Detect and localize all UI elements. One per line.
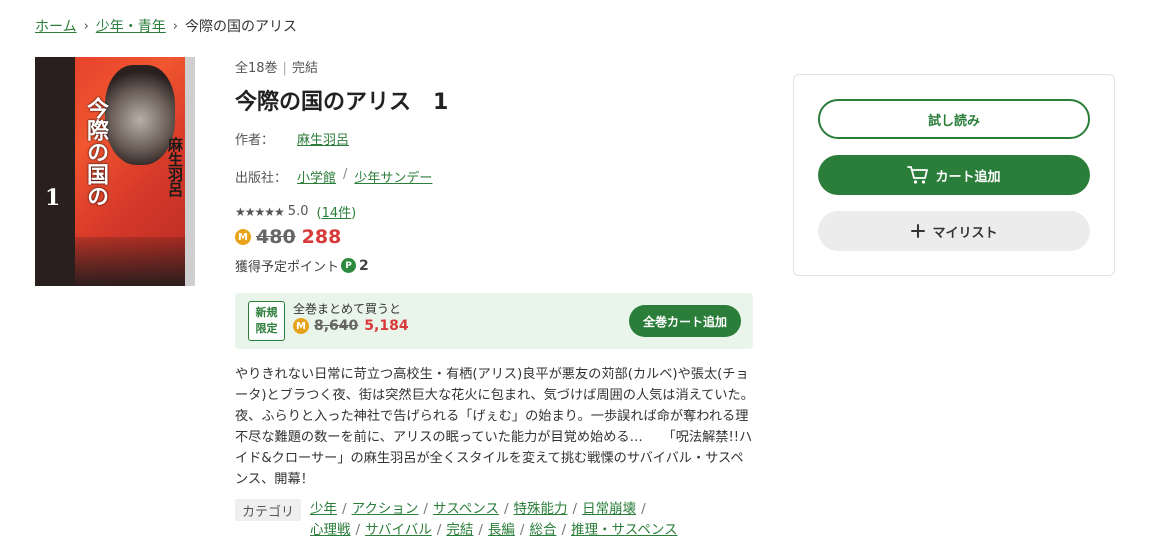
cover-volume: 1 <box>45 185 61 211</box>
bundle-sale-price: 5,184 <box>364 318 409 334</box>
points-label: 獲得予定ポイント <box>235 260 340 275</box>
divider: / <box>478 522 483 538</box>
chevron-right-icon: › <box>172 18 178 34</box>
book-cover-image[interactable]: 今際の国の 麻生羽呂 1 <box>35 57 195 286</box>
category-link[interactable]: 心理戦 <box>310 522 351 538</box>
badge-line2: 限定 <box>255 322 278 335</box>
new-limited-badge: 新規 限定 <box>248 301 285 341</box>
coin-icon: M <box>293 318 309 334</box>
trial-read-button[interactable]: 試し読み <box>818 99 1090 139</box>
cover-author: 麻生羽呂 <box>166 137 184 197</box>
divider: / <box>436 522 442 538</box>
bundle-title: 全巻まとめて買うと <box>293 302 402 316</box>
author-row: 作者： 麻生羽呂 <box>235 129 349 148</box>
cover-art-bottom <box>75 237 195 286</box>
original-price: 480 <box>256 226 296 248</box>
cart-icon <box>907 165 929 185</box>
add-to-cart-button[interactable]: カート追加 <box>818 155 1090 195</box>
coin-icon: M <box>235 229 251 245</box>
cover-art-strip <box>185 57 195 286</box>
badge-line1: 新規 <box>255 306 278 319</box>
category-link[interactable]: 推理・サスペンス <box>571 522 678 538</box>
publisher-link[interactable]: 小学館 <box>297 167 336 186</box>
book-description: やりきれない日常に苛立つ高校生・有栖(アリス)良平が悪友の苅部(カルベ)や張太(… <box>235 367 761 487</box>
divider: / <box>503 501 509 517</box>
label-link[interactable]: 少年サンデー <box>354 167 432 186</box>
divider: / <box>519 522 525 538</box>
add-all-to-cart-button[interactable]: 全巻カート追加 <box>629 305 741 337</box>
price-row: M 480 288 <box>235 226 341 248</box>
divider: / <box>423 501 428 517</box>
category-link[interactable]: 長編 <box>488 522 515 538</box>
divider: / <box>343 167 348 182</box>
bundle-price: M 8,640 5,184 <box>293 318 409 334</box>
breadcrumb-current: 今際の国のアリス <box>185 19 297 35</box>
add-to-mylist-button[interactable]: マイリスト <box>818 211 1090 251</box>
category-links: 少年 / アクション / サスペンス / 特殊能力 / 日常崩壊 / 心理戦 / サバイバル / 完結 / 長編… <box>310 499 740 541</box>
rating-value: 5.0 <box>287 204 309 219</box>
divider: / <box>641 501 646 517</box>
review-count: (14件) <box>316 206 357 221</box>
chevron-right-icon: › <box>83 18 89 34</box>
category-link[interactable]: 少年 <box>310 501 337 517</box>
breadcrumb-category-link[interactable]: 少年・青年 <box>96 16 166 36</box>
rating-row: ★★★★★ 5.0 (14件) <box>235 202 356 221</box>
author-label: 作者： <box>235 133 275 148</box>
publisher-row: 出版社： 小学館 / 少年サンデー <box>235 167 432 186</box>
star-rating-icon: ★★★★★ <box>235 204 285 219</box>
mylist-label: マイリスト <box>932 224 998 240</box>
add-to-cart-label: カート追加 <box>935 168 1001 184</box>
category-link[interactable]: アクション <box>352 501 419 517</box>
breadcrumb-home-link[interactable]: ホーム <box>35 16 77 36</box>
plus-icon <box>910 223 926 239</box>
cover-title: 今際の国の <box>83 97 109 207</box>
category-link[interactable]: サスペンス <box>433 501 499 517</box>
category-link[interactable]: サバイバル <box>365 522 432 538</box>
bundle-offer: 新規 限定 全巻まとめて買うと M 8,640 5,184 全巻カート追加 <box>235 293 753 349</box>
review-count-link[interactable]: 14件 <box>322 206 352 221</box>
category-link[interactable]: 特殊能力 <box>514 501 568 517</box>
author-link[interactable]: 麻生羽呂 <box>297 129 349 148</box>
volume-count: 全18巻 <box>235 61 278 76</box>
category-label: カテゴリ <box>235 499 302 521</box>
divider: / <box>342 501 347 517</box>
category-link[interactable]: 完結 <box>446 522 473 538</box>
cover-art-shadow <box>35 57 75 286</box>
divider: / <box>561 522 567 538</box>
bundle-original-price: 8,640 <box>314 318 359 334</box>
divider: / <box>355 522 361 538</box>
trial-read-label: 試し読み <box>927 112 980 128</box>
points-value: 2 <box>359 257 369 274</box>
divider: | <box>282 61 287 76</box>
divider: / <box>572 501 578 517</box>
sale-price: 288 <box>301 226 342 248</box>
breadcrumb: ホーム › 少年・青年 › 今際の国のアリス <box>35 16 297 36</box>
category-link[interactable]: 総合 <box>529 522 556 538</box>
points-row: 獲得予定ポイント P 2 <box>235 256 369 276</box>
publisher-label: 出版社： <box>235 171 288 186</box>
page-title: 今際の国のアリス 1 <box>235 90 449 115</box>
series-meta: 全18巻 | 完結 <box>235 57 318 76</box>
category-link[interactable]: 日常崩壊 <box>582 501 636 517</box>
category-list: カテゴリ 少年 / アクション / サスペンス / 特殊能力 / 日常崩壊 / 心理戦 / サバイバル /… <box>235 499 755 541</box>
point-icon: P <box>341 258 357 273</box>
purchase-panel: 試し読み カート追加 マイリスト <box>793 74 1115 276</box>
series-status: 完結 <box>291 61 318 76</box>
